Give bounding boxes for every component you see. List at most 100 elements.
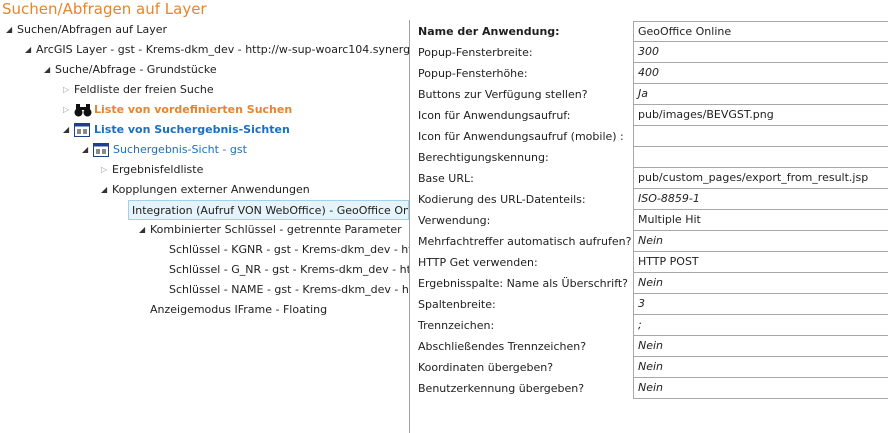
collapse-arrow-icon[interactable]: ◢ [25, 40, 35, 60]
property-value-field[interactable]: 3 [633, 294, 888, 315]
property-row: Trennzeichen:; [410, 315, 888, 336]
property-label: Trennzeichen: [418, 319, 495, 332]
property-value-field[interactable]: pub/custom_pages/export_from_result.jsp [633, 168, 888, 189]
tree-item-label: Suchen/Abfragen auf Layer [17, 23, 168, 36]
page-title: Suchen/Abfragen auf Layer [2, 0, 207, 18]
property-value-field[interactable]: pub/images/BEVGST.png [633, 105, 888, 126]
collapse-arrow-icon[interactable]: ◢ [82, 140, 92, 160]
tree-item[interactable]: ◢ Liste von Suchergebnis-Sichten [0, 120, 409, 140]
property-label: Spaltenbreite: [418, 298, 496, 311]
tree-item-label: Schlüssel - NAME - gst - Krems-dkm_dev -… [169, 283, 409, 296]
property-value-field[interactable] [633, 147, 888, 168]
property-value-field[interactable]: HTTP POST [633, 252, 888, 273]
tree-item-label: Feldliste der freien Suche [74, 83, 214, 96]
binoculars-icon [74, 103, 92, 117]
property-value-field[interactable]: Multiple Hit [633, 210, 888, 231]
property-label: Popup-Fensterhöhe: [418, 67, 528, 80]
property-row: Popup-Fensterhöhe: 400 [410, 63, 888, 84]
tree-item-label: Kombinierter Schlüssel - getrennte Param… [150, 223, 402, 236]
tree-item-label: Suchergebnis-Sicht - gst [113, 143, 247, 156]
tree-item[interactable]: ▷ Feldliste der freien Suche [0, 80, 409, 100]
property-value-field[interactable]: 300 [633, 42, 888, 63]
property-label: Abschließendes Trennzeichen? [418, 340, 587, 353]
tree-item[interactable]: Schlüssel - KGNR - gst - Krems-dkm_dev -… [0, 240, 409, 260]
property-value-field[interactable]: 400 [633, 63, 888, 84]
expand-arrow-icon[interactable]: ▷ [63, 100, 73, 120]
tree-item-label: Liste von Suchergebnis-Sichten [94, 123, 290, 136]
property-row: Name der Anwendung: GeoOffice Online [410, 21, 888, 42]
property-row: Kodierung des URL-Datenteils: ISO-8859-1 [410, 189, 888, 210]
tree-item[interactable]: Schlüssel - G_NR - gst - Krems-dkm_dev -… [0, 260, 409, 280]
property-row: Berechtigungskennung: [410, 147, 888, 168]
tree-item-label: Suche/Abfrage - Grundstücke [55, 63, 217, 76]
property-label: Verwendung: [418, 214, 491, 227]
property-row: Ergebnisspalte: Name als Überschrift? Nei… [410, 273, 888, 294]
tree-item-label: Ergebnisfeldliste [112, 163, 204, 176]
property-label: Base URL: [418, 172, 474, 185]
property-label: Koordinaten übergeben? [418, 361, 554, 374]
property-label: Kodierung des URL-Datenteils: [418, 193, 586, 206]
tree-item[interactable]: ◢ Suche/Abfrage - Grundstücke [0, 60, 409, 80]
property-label: Icon für Anwendungsaufruf: [418, 109, 571, 122]
property-label: Ergebnisspalte: Name als Überschrift? [418, 277, 629, 290]
property-row: Icon für Anwendungsaufruf: pub/images/BEV… [410, 105, 888, 126]
table-icon [74, 123, 90, 137]
property-value-field[interactable]: Nein [633, 378, 888, 399]
property-label: Mehrfachtreffer automatisch aufrufen? [418, 235, 632, 248]
collapse-arrow-icon[interactable]: ◢ [63, 120, 73, 140]
expand-arrow-icon[interactable]: ▷ [63, 80, 73, 100]
tree-item-label: Liste von vordefinierten Suchen [94, 103, 293, 116]
property-row: Benutzerkennung übergeben? Nein [410, 378, 888, 399]
tree-item[interactable]: ◢ ArcGIS Layer - gst - Krems-dkm_dev - ht… [0, 40, 409, 60]
property-value-field[interactable]: Nein [633, 231, 888, 252]
property-row: Spaltenbreite: 3 [410, 294, 888, 315]
collapse-arrow-icon[interactable]: ◢ [44, 60, 54, 80]
property-row: Base URL: pub/custom_pages/export_from_re… [410, 168, 888, 189]
property-row: Koordinaten übergeben? Nein [410, 357, 888, 378]
tree-item-label: Kopplungen externer Anwendungen [112, 183, 310, 196]
tree-item[interactable]: ▷ Ergebnisfeldliste [0, 160, 409, 180]
tree-item[interactable]: Schlüssel - NAME - gst - Krems-dkm_dev -… [0, 280, 409, 300]
property-row: Buttons zur Verfügung stellen? Ja [410, 84, 888, 105]
property-row: Verwendung: Multiple Hit [410, 210, 888, 231]
collapse-arrow-icon[interactable]: ◢ [139, 220, 149, 240]
tree-item-label: ArcGIS Layer - gst - Krems-dkm_dev - htt… [36, 43, 409, 56]
tree-view[interactable]: ◢ Suchen/Abfragen auf Layer ◢ ArcGIS Layer … [0, 20, 409, 433]
tree-item[interactable]: ◢ Kombinierter Schlüssel - getrennte Para… [0, 220, 409, 240]
property-value-field[interactable]: Nein [633, 357, 888, 378]
collapse-arrow-icon[interactable]: ◢ [101, 180, 111, 200]
tree-item[interactable]: ◢Integration (Aufruf VON WebOffice) - Ge… [128, 200, 409, 220]
tree-item[interactable]: ◢ Suchen/Abfragen auf Layer [0, 20, 409, 40]
property-label: Berechtigungskennung: [418, 151, 549, 164]
property-row: Abschließendes Trennzeichen? Nein [410, 336, 888, 357]
tree-item-label: Schlüssel - G_NR - gst - Krems-dkm_dev -… [169, 263, 409, 276]
property-value-field[interactable]: ; [633, 315, 888, 336]
table-icon [93, 143, 109, 157]
tree-item-label: Integration (Aufruf VON WebOffice) - Geo… [132, 204, 409, 217]
property-label: HTTP Get verwenden: [418, 256, 538, 269]
property-value-field[interactable]: GeoOffice Online [633, 21, 888, 42]
tree-item[interactable]: ◢ Kopplungen externer Anwendungen [0, 180, 409, 200]
expand-arrow-icon[interactable]: ▷ [101, 160, 111, 180]
tree-item-label: Anzeigemodus IFrame - Floating [150, 303, 328, 316]
property-value-field[interactable]: Nein [633, 273, 888, 294]
collapse-arrow-icon[interactable]: ◢ [6, 20, 16, 40]
property-label: Name der Anwendung: [418, 25, 560, 38]
property-label: Popup-Fensterbreite: [418, 46, 533, 59]
property-label: Benutzerkennung übergeben? [418, 382, 585, 395]
property-value-field[interactable]: ISO-8859-1 [633, 189, 888, 210]
property-label: Buttons zur Verfügung stellen? [418, 88, 588, 101]
property-value-field[interactable] [633, 126, 888, 147]
property-row: Mehrfachtreffer automatisch aufrufen? Nei… [410, 231, 888, 252]
property-value-field[interactable]: Nein [633, 336, 888, 357]
property-label: Icon für Anwendungsaufruf (mobile) : [418, 130, 624, 143]
collapse-arrow-icon[interactable]: ◢ [129, 201, 131, 219]
property-row: HTTP Get verwenden: HTTP POST [410, 252, 888, 273]
property-row: Popup-Fensterbreite: 300 [410, 42, 888, 63]
property-value-field[interactable]: Ja [633, 84, 888, 105]
tree-item-label: Schlüssel - KGNR - gst - Krems-dkm_dev -… [169, 243, 409, 256]
property-row: Icon für Anwendungsaufruf (mobile) : [410, 126, 888, 147]
tree-item[interactable]: ◢ Suchergebnis-Sicht - gst [0, 140, 409, 160]
tree-item[interactable]: Anzeigemodus IFrame - Floating [0, 300, 409, 320]
tree-item[interactable]: ▷ Liste von vordefinierten Suchen [0, 100, 409, 120]
